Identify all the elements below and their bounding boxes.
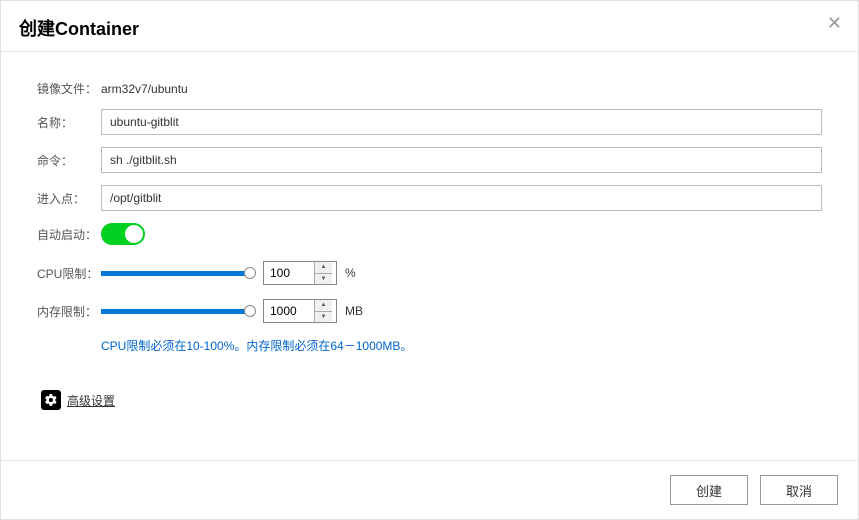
image-file-value: arm32v7/ubuntu xyxy=(101,82,188,96)
dialog-content: 镜像文件： arm32v7/ubuntu 名称： 命令： 进入点： 自动启动： … xyxy=(1,52,858,460)
autostart-row: 自动启动： xyxy=(37,223,822,245)
name-input[interactable] xyxy=(101,109,822,135)
chevron-up-icon: ▲ xyxy=(321,302,327,308)
create-container-dialog: 创建Container ✕ 镜像文件： arm32v7/ubuntu 名称： 命… xyxy=(0,0,859,520)
cpu-slider[interactable] xyxy=(101,266,251,280)
name-row: 名称： xyxy=(37,109,822,135)
create-button[interactable]: 创建 xyxy=(670,475,748,505)
image-file-row: 镜像文件： arm32v7/ubuntu xyxy=(37,80,822,97)
cpu-spinner: ▲ ▼ xyxy=(314,262,332,284)
mem-unit: MB xyxy=(345,304,363,318)
chevron-down-icon: ▼ xyxy=(321,314,327,320)
entrypoint-label: 进入点： xyxy=(37,190,101,207)
dialog-title: 创建Container xyxy=(19,15,840,41)
entrypoint-input[interactable] xyxy=(101,185,822,211)
command-label: 命令： xyxy=(37,152,101,169)
toggle-knob xyxy=(125,225,143,243)
cpu-spinner-down[interactable]: ▼ xyxy=(315,274,332,285)
entrypoint-row: 进入点： xyxy=(37,185,822,211)
mem-slider-track xyxy=(101,309,251,314)
mem-number-input[interactable] xyxy=(264,300,314,322)
image-file-label: 镜像文件： xyxy=(37,80,101,97)
mem-limit-label: 内存限制： xyxy=(37,303,101,320)
cpu-spinner-up[interactable]: ▲ xyxy=(315,262,332,274)
mem-number-field: ▲ ▼ xyxy=(263,299,337,323)
dialog-header: 创建Container ✕ xyxy=(1,1,858,52)
close-button[interactable]: ✕ xyxy=(827,13,842,34)
limits-hint: CPU限制必须在10-100%。内存限制必须在64－1000MB。 xyxy=(101,337,822,354)
cpu-unit: % xyxy=(345,266,356,280)
command-row: 命令： xyxy=(37,147,822,173)
name-label: 名称： xyxy=(37,114,101,131)
autostart-label: 自动启动： xyxy=(37,226,101,243)
advanced-settings-row: 高级设置 xyxy=(41,390,822,410)
chevron-down-icon: ▼ xyxy=(321,276,327,282)
chevron-up-icon: ▲ xyxy=(321,264,327,270)
command-input[interactable] xyxy=(101,147,822,173)
mem-spinner: ▲ ▼ xyxy=(314,300,332,322)
cpu-limit-label: CPU限制： xyxy=(37,265,101,282)
mem-limit-row: 内存限制： ▲ ▼ MB xyxy=(37,299,822,323)
cpu-slider-thumb[interactable] xyxy=(244,267,256,279)
mem-spinner-up[interactable]: ▲ xyxy=(315,300,332,312)
cpu-number-input[interactable] xyxy=(264,262,314,284)
gear-icon xyxy=(41,390,61,410)
advanced-settings-link[interactable]: 高级设置 xyxy=(67,392,115,409)
mem-slider-thumb[interactable] xyxy=(244,305,256,317)
cpu-slider-track xyxy=(101,271,251,276)
cpu-limit-row: CPU限制： ▲ ▼ % xyxy=(37,261,822,285)
autostart-toggle[interactable] xyxy=(101,223,145,245)
mem-spinner-down[interactable]: ▼ xyxy=(315,312,332,323)
dialog-footer: 创建 取消 xyxy=(1,460,858,519)
close-icon: ✕ xyxy=(827,13,842,33)
cpu-number-field: ▲ ▼ xyxy=(263,261,337,285)
mem-slider[interactable] xyxy=(101,304,251,318)
cancel-button[interactable]: 取消 xyxy=(760,475,838,505)
